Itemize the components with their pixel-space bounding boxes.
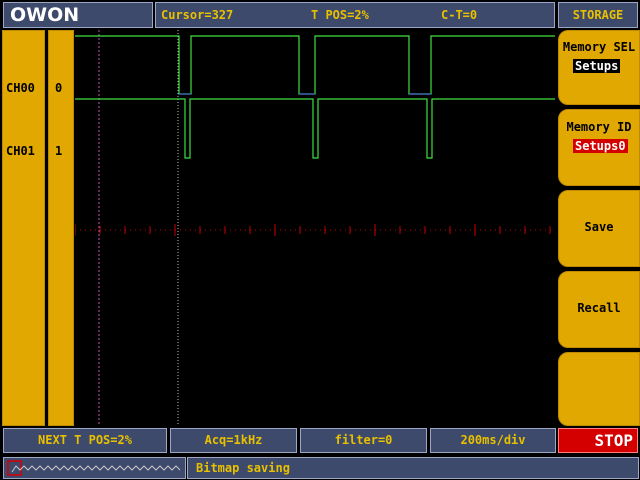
waveform-icon [7,460,181,476]
t-pos-readout: T POS=2% [311,8,369,22]
empty-menu-button[interactable] [558,352,640,426]
waveform-svg [75,30,555,426]
channel-name-ch01[interactable]: CH01 [6,144,35,158]
next-t-pos-box: NEXT T POS=2% [3,428,167,453]
channel-name-ch00[interactable]: CH00 [6,81,35,95]
menu-title-box: STORAGE [558,2,638,28]
memory-sel-label: Memory SEL [562,40,636,54]
recall-button[interactable]: Recall [558,271,640,348]
memory-id-button[interactable]: Memory ID Setups0 [558,109,640,186]
brand-logo: OWON [10,4,80,26]
memory-id-label: Memory ID [566,120,632,134]
channel-number-column: 0 1 [48,30,74,426]
stop-button[interactable]: STOP [558,428,638,453]
timebase-box[interactable]: 200ms/div [430,428,556,453]
memory-id-value: Setups0 [573,139,628,153]
c-t-readout: C-T=0 [441,8,478,22]
acq-box[interactable]: Acq=1kHz [170,428,297,453]
status-message: Bitmap saving [196,461,290,475]
waveform-overview[interactable] [3,457,186,479]
channel-number-0: 0 [55,81,63,95]
save-button[interactable]: Save [558,190,640,267]
waveform-display[interactable] [75,30,555,426]
filter-box[interactable]: filter=0 [300,428,427,453]
ch00-trace [75,35,555,95]
menu-title: STORAGE [572,8,624,22]
save-label: Save [584,220,614,234]
cursor-readout: Cursor=327 [161,8,234,22]
logo-box: OWON [3,2,153,28]
trigger-ruler-ticks [75,224,551,236]
ch01-trace [75,98,555,159]
channel-number-1: 1 [55,144,63,158]
memory-sel-button[interactable]: Memory SEL Setups [558,30,640,105]
memory-sel-value: Setups [573,59,621,73]
status-bar: Cursor=327 T POS=2% C-T=0 [155,2,555,28]
channel-name-column: CH00 CH01 [2,30,45,426]
message-bar: Bitmap saving [187,457,639,479]
recall-label: Recall [577,301,621,315]
